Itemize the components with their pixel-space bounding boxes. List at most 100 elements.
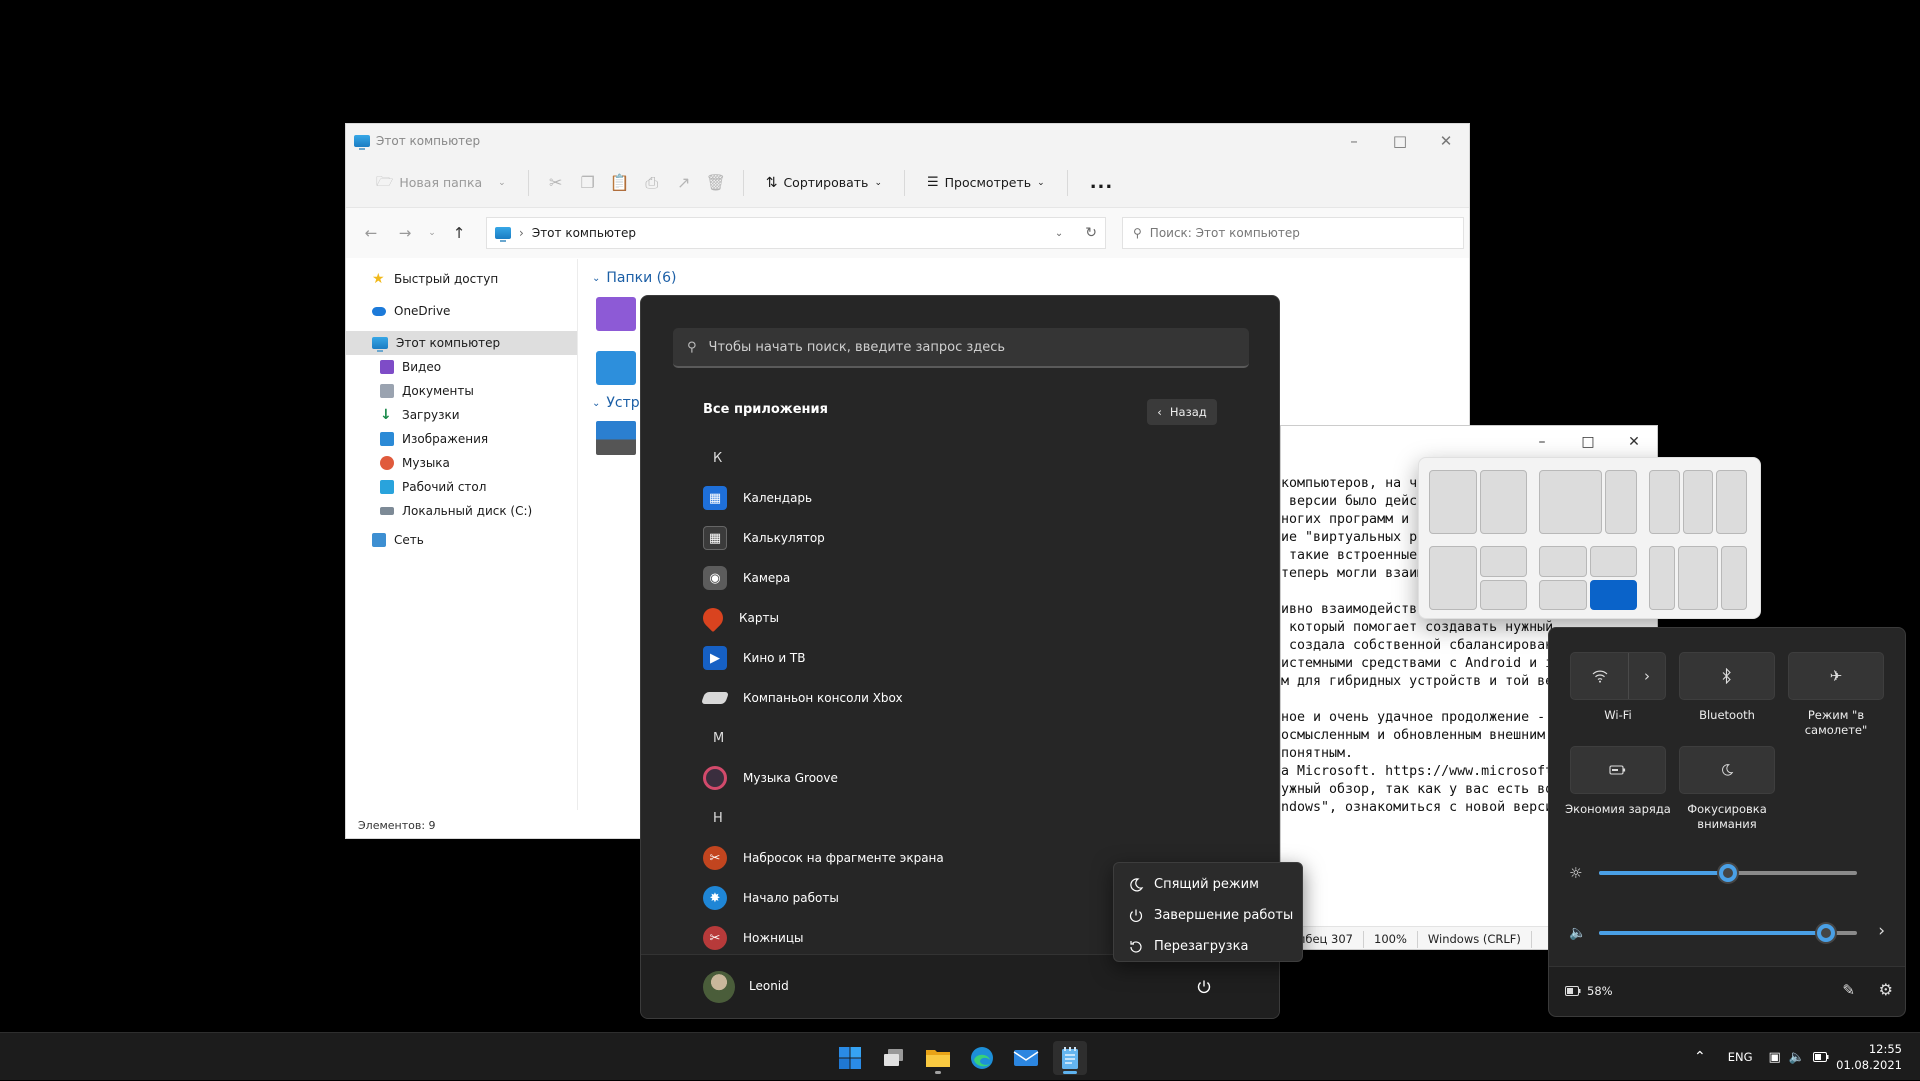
brightness-slider-thumb[interactable]	[1719, 864, 1737, 882]
volume-mixer-chevron-icon[interactable]: ›	[1878, 921, 1885, 941]
snap-zone[interactable]	[1589, 546, 1637, 577]
snap-zone[interactable]	[1479, 546, 1527, 577]
volume-icon[interactable]: 🔈	[1789, 1050, 1805, 1065]
paste-icon[interactable]: 📋	[607, 170, 633, 196]
snap-zone[interactable]	[1539, 470, 1603, 534]
language-indicator[interactable]: ENG	[1728, 1050, 1753, 1064]
recent-locations-icon[interactable]: ⌄	[424, 228, 440, 238]
breadcrumb[interactable]: Этот компьютер	[532, 226, 636, 240]
start-button[interactable]	[833, 1041, 867, 1075]
copy-icon[interactable]: ❐	[575, 170, 601, 196]
nav-item-documents[interactable]: Документы	[346, 379, 577, 403]
edit-pencil-icon[interactable]: ✎	[1842, 981, 1855, 999]
nav-item-local-disk[interactable]: Локальный диск (C:)	[346, 499, 577, 523]
shutdown-menu-item[interactable]: Завершение работы	[1114, 900, 1302, 931]
volume-slider-thumb[interactable]	[1817, 924, 1835, 942]
local-disk-icon[interactable]	[596, 421, 636, 455]
task-view-button[interactable]	[877, 1041, 911, 1075]
app-item-groove-music[interactable]: Музыка Groove	[703, 758, 1203, 798]
nav-item-this-pc[interactable]: Этот компьютер	[346, 331, 577, 355]
snap-zone-selected[interactable]	[1589, 579, 1637, 610]
cut-icon[interactable]: ✂	[543, 170, 569, 196]
refresh-icon[interactable]: ↻	[1085, 225, 1097, 241]
close-button[interactable]: ✕	[1611, 426, 1657, 458]
nav-item-quick-access[interactable]: ★ Быстрый доступ	[346, 267, 577, 291]
app-item-camera[interactable]: ◉ Камера	[703, 558, 1203, 598]
letter-header[interactable]: К	[703, 438, 1203, 478]
snap-zone[interactable]	[1605, 470, 1637, 534]
back-button[interactable]: ‹ Назад	[1147, 399, 1217, 425]
wifi-toggle[interactable]	[1571, 653, 1629, 699]
sleep-menu-item[interactable]: Спящий режим	[1114, 869, 1302, 900]
maximize-button[interactable]: □	[1377, 124, 1423, 158]
airplane-mode-tile[interactable]: ✈	[1788, 652, 1884, 700]
search-input[interactable]: ⚲ Поиск: Этот компьютер	[1122, 217, 1464, 249]
more-button[interactable]: ...	[1082, 173, 1122, 192]
file-explorer-taskbar-button[interactable]	[921, 1041, 955, 1075]
pictures-folder-icon[interactable]	[596, 351, 636, 385]
app-item-calendar[interactable]: ▦ Календарь	[703, 478, 1203, 518]
edge-taskbar-button[interactable]	[965, 1041, 999, 1075]
view-button[interactable]: ☰ Просмотреть ⌄	[919, 171, 1053, 194]
snap-zone[interactable]	[1721, 546, 1747, 610]
power-button[interactable]	[1191, 974, 1217, 1000]
snap-zone[interactable]	[1539, 546, 1587, 577]
app-item-xbox-companion[interactable]: Компаньон консоли Xbox	[700, 678, 1203, 718]
nav-item-desktop[interactable]: Рабочий стол	[346, 475, 577, 499]
share-icon[interactable]: ↗	[671, 170, 697, 196]
nav-item-music[interactable]: Музыка	[346, 451, 577, 475]
clock[interactable]: 12:55 01.08.2021	[1836, 1041, 1902, 1073]
back-arrow-icon[interactable]: ←	[356, 224, 386, 242]
nav-item-pictures[interactable]: Изображения	[346, 427, 577, 451]
battery-saver-tile[interactable]	[1570, 746, 1666, 794]
snap-zone[interactable]	[1682, 470, 1714, 534]
delete-icon[interactable]: 🗑	[703, 170, 729, 196]
wifi-tile[interactable]: ›	[1570, 652, 1666, 700]
wifi-expand-chevron-icon[interactable]: ›	[1629, 653, 1665, 699]
nav-item-video[interactable]: Видео	[346, 355, 577, 379]
battery-status[interactable]: 58%	[1565, 984, 1613, 998]
chevron-down-icon[interactable]: ⌄	[1055, 228, 1063, 239]
battery-icon[interactable]	[1813, 1052, 1829, 1062]
address-bar[interactable]: › Этот компьютер ⌄ ↻	[486, 217, 1106, 249]
show-hidden-icons-chevron-icon[interactable]: ⌃	[1694, 1049, 1706, 1065]
snap-zone[interactable]	[1649, 546, 1675, 610]
app-item-movies-tv[interactable]: ▶ Кино и ТВ	[703, 638, 1203, 678]
sort-button[interactable]: ⇅ Сортировать ⌄	[758, 171, 890, 195]
snap-zone[interactable]	[1429, 470, 1477, 534]
snap-zone[interactable]	[1479, 579, 1527, 610]
app-item-maps[interactable]: Карты	[698, 598, 1203, 638]
snap-zone[interactable]	[1429, 546, 1477, 610]
user-name[interactable]: Leonid	[749, 979, 789, 993]
notepad-taskbar-button[interactable]	[1053, 1041, 1087, 1075]
snap-zone[interactable]	[1677, 546, 1719, 610]
forward-arrow-icon[interactable]: →	[390, 224, 420, 242]
snap-zone[interactable]	[1649, 470, 1680, 534]
minimize-button[interactable]: –	[1519, 426, 1565, 458]
snap-zone[interactable]	[1716, 470, 1747, 534]
group-header-folders[interactable]: ⌄ Папки (6)	[592, 267, 1469, 289]
app-item-calculator[interactable]: ▦ Калькулятор	[703, 518, 1203, 558]
focus-assist-tile[interactable]	[1679, 746, 1775, 794]
restart-menu-item[interactable]: Перезагрузка	[1114, 931, 1302, 962]
maximize-button[interactable]: □	[1565, 426, 1611, 458]
minimize-button[interactable]: –	[1331, 124, 1377, 158]
letter-header[interactable]: Н	[703, 798, 1203, 838]
settings-gear-icon[interactable]: ⚙	[1879, 980, 1893, 999]
letter-header[interactable]: М	[703, 718, 1203, 758]
mail-taskbar-button[interactable]	[1009, 1041, 1043, 1075]
nav-item-onedrive[interactable]: OneDrive	[346, 299, 577, 323]
avatar[interactable]	[703, 971, 735, 1003]
bluetooth-tile[interactable]	[1679, 652, 1775, 700]
close-button[interactable]: ✕	[1423, 124, 1469, 158]
snap-zone[interactable]	[1539, 579, 1587, 610]
network-icon[interactable]: ▣	[1769, 1050, 1781, 1065]
start-search-input[interactable]: ⚲ Чтобы начать поиск, введите запрос зде…	[673, 328, 1249, 368]
snap-zone[interactable]	[1479, 470, 1527, 534]
rename-icon[interactable]: ⎙	[639, 170, 665, 196]
up-arrow-icon[interactable]: ↑	[444, 224, 474, 242]
new-folder-button[interactable]: 🗁 Новая папка ⌄	[368, 167, 514, 199]
nav-item-network[interactable]: Сеть	[346, 528, 577, 552]
videos-folder-icon[interactable]	[596, 297, 636, 331]
nav-item-downloads[interactable]: ↓ Загрузки	[346, 403, 577, 427]
